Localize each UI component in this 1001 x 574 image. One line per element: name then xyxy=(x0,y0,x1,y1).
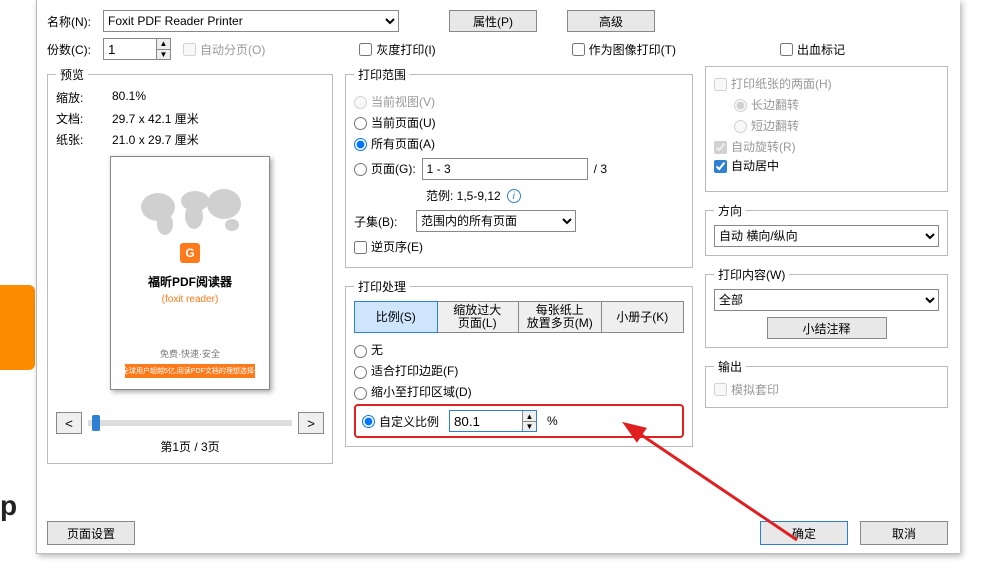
range-current-view: 当前视图(V) xyxy=(354,93,684,110)
output-panel: 输出 模拟套印 xyxy=(705,358,948,408)
preview-doc-sub: (foxit reader) xyxy=(162,294,219,305)
tab-multi[interactable]: 每张纸上放置多页(M) xyxy=(519,302,602,332)
pages-total: / 3 xyxy=(594,162,607,176)
printer-row: 名称(N): Foxit PDF Reader Printer 属性(P) 高级 xyxy=(47,10,948,32)
print-as-image-checkbox[interactable]: 作为图像打印(T) xyxy=(572,41,676,58)
percent-label: % xyxy=(547,414,558,428)
page-slider[interactable] xyxy=(88,420,292,426)
handling-legend: 打印处理 xyxy=(354,278,410,295)
reverse-order-checkbox[interactable]: 逆页序(E) xyxy=(354,238,684,255)
range-pages[interactable]: 页面(G): xyxy=(354,160,416,177)
prev-page-button[interactable]: < xyxy=(56,412,82,434)
copies-input[interactable] xyxy=(104,39,156,59)
properties-button[interactable]: 属性(P) xyxy=(449,10,537,32)
preview-legend: 预览 xyxy=(56,66,88,83)
auto-center-checkbox[interactable]: 自动居中 xyxy=(714,157,939,174)
advanced-button[interactable]: 高级 xyxy=(567,10,655,32)
duplex-panel: 打印纸张的两面(H) 长边翻转 短边翻转 自动旋转(R) 自动居中 xyxy=(705,66,948,192)
range-example: 范例: 1,5-9,12 xyxy=(426,187,501,204)
foxit-logo-icon: G xyxy=(180,243,200,263)
copies-label: 份数(C): xyxy=(47,41,97,58)
paper-label: 纸张: xyxy=(56,131,112,148)
grayscale-checkbox[interactable]: 灰度打印(I) xyxy=(359,41,435,58)
doc-label: 文档: xyxy=(56,110,112,127)
printer-select[interactable]: Foxit PDF Reader Printer xyxy=(103,10,399,32)
info-icon[interactable]: i xyxy=(507,189,521,203)
world-map-graphic xyxy=(135,185,245,241)
print-dialog: 名称(N): Foxit PDF Reader Printer 属性(P) 高级… xyxy=(36,0,960,554)
paper-value: 21.0 x 29.7 厘米 xyxy=(112,131,324,148)
tab-tile[interactable]: 缩放过大页面(L) xyxy=(437,302,520,332)
tab-scale[interactable]: 比例(S) xyxy=(354,301,438,333)
copies-spin-buttons[interactable]: ▲▼ xyxy=(156,39,170,59)
printer-name-label: 名称(N): xyxy=(47,13,97,30)
simulate-overprint-checkbox: 模拟套印 xyxy=(714,381,779,398)
duplex-checkbox: 打印纸张的两面(H) xyxy=(714,75,939,92)
range-current-page[interactable]: 当前页面(U) xyxy=(354,114,684,131)
subset-label: 子集(B): xyxy=(354,213,410,230)
bleed-checkbox[interactable]: 出血标记 xyxy=(780,41,845,58)
short-edge-radio: 短边翻转 xyxy=(734,117,939,134)
collate-checkbox: 自动分页(O) xyxy=(183,41,265,58)
print-range-panel: 打印范围 当前视图(V) 当前页面(U) 所有页面(A) 页面(G): / 3 … xyxy=(345,66,693,268)
preview-doc-bar: 全球用户超越5亿,阅读PDF文档的理想选择~ xyxy=(125,364,255,378)
long-edge-radio: 长边翻转 xyxy=(734,96,939,113)
bg-orange-decor xyxy=(0,285,35,370)
ok-button[interactable]: 确定 xyxy=(760,521,848,545)
custom-scale-highlight: 自定义比例 ▲▼ % xyxy=(354,404,684,438)
custom-scale-input[interactable] xyxy=(450,411,522,431)
scale-shrink[interactable]: 缩小至打印区域(D) xyxy=(354,383,684,400)
page-indicator: 第1页 / 3页 xyxy=(56,438,324,455)
page-setup-button[interactable]: 页面设置 xyxy=(47,521,135,545)
zoom-label: 缩放: xyxy=(56,89,112,106)
orientation-select[interactable]: 自动 横向/纵向 xyxy=(714,225,939,247)
summarize-comments-button[interactable]: 小结注释 xyxy=(767,317,887,339)
subset-select[interactable]: 范围内的所有页面 xyxy=(416,210,576,232)
content-select[interactable]: 全部 xyxy=(714,289,939,311)
orientation-panel: 方向 自动 横向/纵向 xyxy=(705,202,948,256)
next-page-button[interactable]: > xyxy=(298,412,324,434)
doc-value: 29.7 x 42.1 厘米 xyxy=(112,110,324,127)
pages-input[interactable] xyxy=(422,158,588,180)
handling-tabs: 比例(S) 缩放过大页面(L) 每张纸上放置多页(M) 小册子(K) xyxy=(354,301,684,333)
preview-stage: G 福昕PDF阅读器 (foxit reader) 免费·快速·安全 全球用户超… xyxy=(56,156,324,404)
slider-thumb[interactable] xyxy=(92,415,100,431)
zoom-value: 80.1% xyxy=(112,89,324,106)
copies-row: 份数(C): ▲▼ 自动分页(O) 灰度打印(I) 作为图像打印(T) 出血标记 xyxy=(47,38,948,60)
scale-none[interactable]: 无 xyxy=(354,341,684,358)
print-handling-panel: 打印处理 比例(S) 缩放过大页面(L) 每张纸上放置多页(M) 小册子(K) … xyxy=(345,278,693,447)
content-legend: 打印内容(W) xyxy=(714,266,789,283)
copies-spinner[interactable]: ▲▼ xyxy=(103,38,171,60)
custom-scale-spinner[interactable]: ▲▼ xyxy=(449,410,537,432)
print-content-panel: 打印内容(W) 全部 小结注释 xyxy=(705,266,948,348)
preview-panel: 预览 缩放: 80.1% 文档: 29.7 x 42.1 厘米 纸张: 21.0… xyxy=(47,66,333,464)
footer: 页面设置 确定 取消 xyxy=(47,521,948,545)
scale-fit[interactable]: 适合打印边距(F) xyxy=(354,362,684,379)
scale-custom[interactable]: 自定义比例 xyxy=(362,413,439,430)
output-legend: 输出 xyxy=(714,358,746,375)
auto-rotate-checkbox: 自动旋转(R) xyxy=(714,138,939,155)
preview-page: G 福昕PDF阅读器 (foxit reader) 免费·快速·安全 全球用户超… xyxy=(110,156,270,390)
cancel-button[interactable]: 取消 xyxy=(860,521,948,545)
bg-letter: p xyxy=(0,490,17,522)
range-legend: 打印范围 xyxy=(354,66,410,83)
orientation-legend: 方向 xyxy=(714,202,746,219)
custom-scale-spin-buttons[interactable]: ▲▼ xyxy=(522,411,536,431)
range-all-pages[interactable]: 所有页面(A) xyxy=(354,135,684,152)
preview-doc-title: 福昕PDF阅读器 xyxy=(148,273,232,290)
preview-doc-feat: 免费·快速·安全 xyxy=(160,347,220,360)
tab-booklet[interactable]: 小册子(K) xyxy=(602,302,684,332)
